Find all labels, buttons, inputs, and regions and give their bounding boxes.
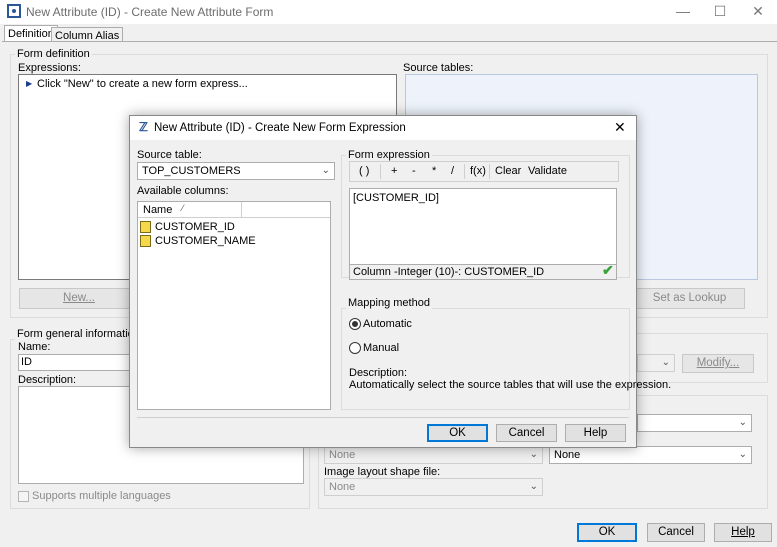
maximize-icon[interactable]: ☐ — [700, 0, 740, 24]
new-button[interactable]: New... — [19, 288, 139, 309]
expression-text: [CUSTOMER_ID] — [353, 192, 439, 204]
plus-button[interactable]: + — [391, 165, 397, 177]
clear-button[interactable]: Clear — [495, 165, 521, 177]
mapping-method-label: Mapping method — [346, 297, 432, 309]
left-none-combo[interactable]: None ⌄ — [324, 446, 543, 464]
window-title-bar: New Attribute (ID) - Create New Attribut… — [0, 0, 777, 24]
dialog-help-button[interactable]: Help — [565, 424, 626, 442]
mapping-description-text: Automatically select the source tables t… — [349, 379, 672, 391]
expression-status-bar: Column -Integer (10)-: CUSTOMER_ID ✔ — [349, 262, 617, 280]
divide-button[interactable]: / — [451, 165, 454, 177]
column-icon — [140, 221, 151, 233]
form-general-label: Form general information — [15, 328, 142, 340]
toolbar-divider — [380, 164, 381, 179]
toolbar-divider — [464, 164, 465, 179]
columns-header-filler — [242, 202, 330, 218]
expression-status: Column -Integer (10)-: CUSTOMER_ID — [353, 266, 545, 278]
supports-multiple-languages-checkbox[interactable] — [18, 491, 29, 502]
window-title: New Attribute (ID) - Create New Attribut… — [26, 5, 274, 19]
list-item[interactable]: CUSTOMER_ID — [140, 221, 290, 234]
minimize-icon[interactable]: — — [663, 0, 703, 24]
right-none-combo[interactable]: None ⌄ — [549, 446, 752, 464]
ok-button[interactable]: OK — [577, 523, 637, 542]
function-button[interactable]: f(x) — [470, 165, 486, 177]
column-name: CUSTOMER_ID — [155, 221, 235, 233]
dialog-app-icon: ℤ — [139, 120, 148, 134]
modify-button[interactable]: Modify... — [682, 354, 754, 373]
automatic-radio[interactable] — [349, 318, 361, 330]
play-icon: ▶ — [26, 79, 33, 88]
columns-header[interactable]: Name ⁄ — [138, 202, 242, 218]
times-button[interactable]: * — [432, 165, 436, 177]
toolbar-divider — [489, 164, 490, 179]
columns-header-label: Name — [143, 204, 173, 216]
dialog-ok-button[interactable]: OK — [427, 424, 488, 442]
manual-label: Manual — [363, 342, 400, 354]
expressions-hint: Click "New" to create a new form express… — [37, 78, 248, 90]
cancel-button[interactable]: Cancel — [647, 523, 705, 542]
form-expression-label: Form expression — [346, 149, 432, 161]
expression-toolbar: ( ) + - * / f(x) Clear Validate — [349, 161, 619, 182]
dialog-close-icon[interactable]: ✕ — [614, 119, 626, 136]
image-layout-combo[interactable]: None ⌄ — [324, 478, 543, 496]
description-label: Description: — [18, 374, 77, 386]
mapping-description-label: Description: — [349, 367, 408, 379]
name-field[interactable]: ID — [18, 354, 133, 371]
set-as-lookup-button[interactable]: Set as Lookup — [634, 288, 745, 309]
available-columns-list[interactable]: Name ⁄ CUSTOMER_ID CUSTOMER_NAME — [137, 201, 331, 410]
tab-column-alias[interactable]: Column Alias — [51, 27, 124, 42]
manual-radio[interactable] — [349, 342, 361, 354]
dialog-title-bar: ℤ New Attribute (ID) - Create New Form E… — [130, 116, 636, 140]
right-combo-top[interactable]: ⌄ — [637, 354, 675, 372]
dialog-cancel-button[interactable]: Cancel — [496, 424, 557, 442]
image-layout-label: Image layout shape file: — [324, 466, 441, 478]
source-table-label: Source table: — [137, 149, 202, 161]
valid-check-icon: ✔ — [602, 262, 614, 278]
right-combo-mid[interactable]: ⌄ — [637, 414, 752, 432]
source-tables-label: Source tables: — [403, 62, 474, 74]
available-columns-label: Available columns: — [137, 185, 229, 197]
close-icon[interactable]: ✕ — [738, 0, 777, 24]
parens-button[interactable]: ( ) — [359, 165, 369, 177]
sort-icon: ⁄ — [182, 203, 184, 213]
form-expression-dialog: ℤ New Attribute (ID) - Create New Form E… — [129, 115, 671, 448]
name-label: Name: — [18, 341, 51, 353]
column-name: CUSTOMER_NAME — [155, 235, 256, 247]
minus-button[interactable]: - — [412, 165, 416, 177]
automatic-label: Automatic — [363, 318, 412, 330]
supports-multiple-languages-label: Supports multiple languages — [32, 490, 171, 502]
source-table-combo[interactable]: TOP_CUSTOMERS ⌄ — [137, 162, 335, 180]
form-definition-label: Form definition — [15, 48, 92, 60]
dialog-footer-divider — [137, 417, 629, 418]
app-icon — [7, 4, 21, 18]
expressions-label: Expressions: — [18, 62, 81, 74]
help-button[interactable]: Help — [714, 523, 772, 542]
column-icon — [140, 235, 151, 247]
expression-editor[interactable]: [CUSTOMER_ID] — [349, 188, 617, 265]
dialog-title: New Attribute (ID) - Create New Form Exp… — [154, 122, 406, 134]
tab-definition[interactable]: Definition — [4, 25, 58, 42]
validate-button[interactable]: Validate — [528, 165, 567, 177]
list-item[interactable]: CUSTOMER_NAME — [140, 235, 290, 248]
